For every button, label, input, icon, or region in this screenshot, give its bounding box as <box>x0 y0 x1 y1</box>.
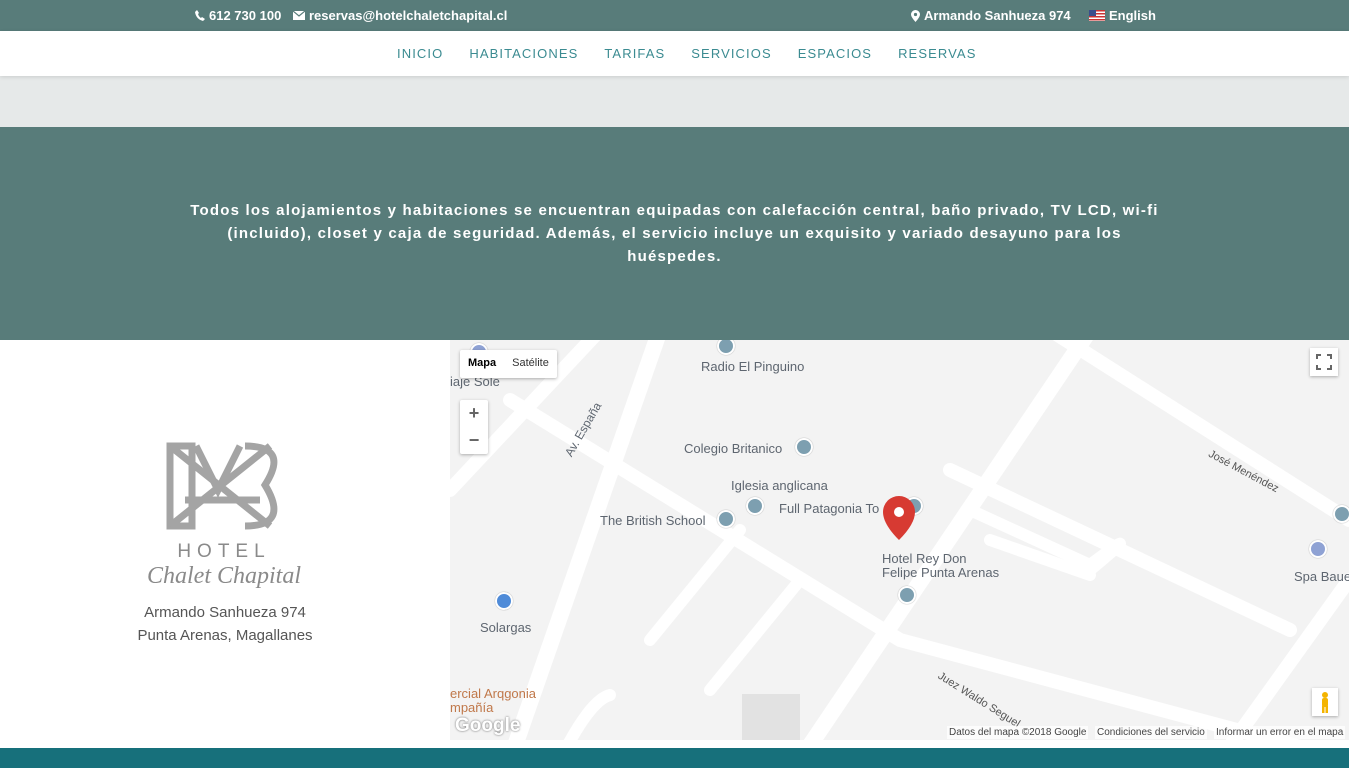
poi-icon-edge[interactable] <box>1333 505 1349 523</box>
nav-servicios[interactable]: SERVICIOS <box>691 46 771 61</box>
phone-number: 612 730 100 <box>209 8 282 23</box>
address-contact[interactable]: Armando Sanhueza 974 <box>911 8 1071 23</box>
map-label-colegio: Colegio Britanico <box>684 441 783 456</box>
map-label-hotel-line2: Felipe Punta Arenas <box>882 565 1000 580</box>
shop-poi-icon[interactable] <box>495 592 513 610</box>
main-navigation: INICIO HABITACIONES TARIFAS SERVICIOS ES… <box>0 31 1349 76</box>
intro-section: Todos los alojamientos y habitaciones se… <box>0 127 1349 340</box>
email-contact[interactable]: reservas@hotelchaletchapital.cl <box>293 8 507 23</box>
contact-street: Armando Sanhueza 974 <box>144 604 306 621</box>
map-pin-icon <box>911 9 920 22</box>
phone-contact[interactable]: 612 730 100 <box>195 8 281 23</box>
school-poi-icon[interactable] <box>795 438 813 456</box>
phone-icon <box>195 10 205 21</box>
email-address: reservas@hotelchaletchapital.cl <box>309 8 508 23</box>
church-poi-icon[interactable] <box>746 497 764 515</box>
logo-hotel-text: HOTEL <box>177 541 270 562</box>
nav-tarifas[interactable]: TARIFAS <box>604 46 665 61</box>
nav-habitaciones[interactable]: HABITACIONES <box>469 46 578 61</box>
contact-city: Punta Arenas, Magallanes <box>137 627 313 644</box>
map-label-solargas: Solargas <box>480 620 532 635</box>
map-type-satellite-button[interactable]: Satélite <box>504 350 557 378</box>
google-logo: Google <box>455 715 521 736</box>
map-label-hotel-line1: Hotel Rey Don <box>882 551 967 566</box>
map-label-spa: Spa Baue <box>1294 569 1349 584</box>
fullscreen-icon <box>1316 354 1332 370</box>
hotel-logo: HOTEL Chalet Chapital <box>147 442 301 589</box>
top-bar: 612 730 100 reservas@hotelchaletchapital… <box>0 0 1349 31</box>
map-report-error-link[interactable]: Informar un error en el mapa <box>1214 726 1346 739</box>
language-label: English <box>1109 8 1156 23</box>
pegman-icon <box>1322 692 1328 713</box>
map-type-map-button[interactable]: Mapa <box>460 350 504 378</box>
school-poi-icon-2[interactable] <box>717 510 735 528</box>
hotel-location-marker-icon[interactable] <box>883 496 919 542</box>
map-label-comercial-2: mpañía <box>450 700 494 715</box>
footer-strip <box>0 748 1349 768</box>
map-attribution: Datos del mapa ©2018 Google <box>947 726 1089 739</box>
map-label-british-school: The British School <box>600 513 706 528</box>
spa-poi-icon[interactable] <box>1309 540 1327 558</box>
street-view-pegman[interactable] <box>1312 688 1338 716</box>
map-label-iglesia: Iglesia anglicana <box>731 478 828 493</box>
address-text: Armando Sanhueza 974 <box>924 8 1071 23</box>
language-switch[interactable]: English <box>1089 8 1156 23</box>
header-spacer <box>0 76 1349 127</box>
intro-text: Todos los alojamientos y habitaciones se… <box>190 202 1159 265</box>
map-label-full-patagonia: Full Patagonia To <box>779 501 880 516</box>
hotel-poi-icon[interactable] <box>898 586 916 604</box>
us-flag-icon <box>1089 10 1105 21</box>
email-icon <box>293 11 305 20</box>
map-label-comercial-1: ercial Arqgonia <box>450 686 536 701</box>
map-terms-link[interactable]: Condiciones del servicio <box>1095 726 1207 739</box>
nav-inicio[interactable]: INICIO <box>397 46 443 61</box>
logo-name-text: Chalet Chapital <box>147 563 301 589</box>
zoom-out-button[interactable]: − <box>460 427 488 454</box>
map-type-control: Mapa Satélite <box>460 350 557 378</box>
nav-reservas[interactable]: RESERVAS <box>898 46 976 61</box>
nav-espacios[interactable]: ESPACIOS <box>798 46 872 61</box>
map-label-radio: Radio El Pinguino <box>701 359 805 374</box>
contact-panel: HOTEL Chalet Chapital Armando Sanhueza 9… <box>0 340 450 748</box>
fullscreen-button[interactable] <box>1310 348 1338 376</box>
zoom-in-button[interactable]: + <box>460 400 488 427</box>
google-map[interactable]: Radio El Pinguino Colegio Britanico Igle… <box>450 340 1349 740</box>
zoom-control: + − <box>460 400 488 454</box>
